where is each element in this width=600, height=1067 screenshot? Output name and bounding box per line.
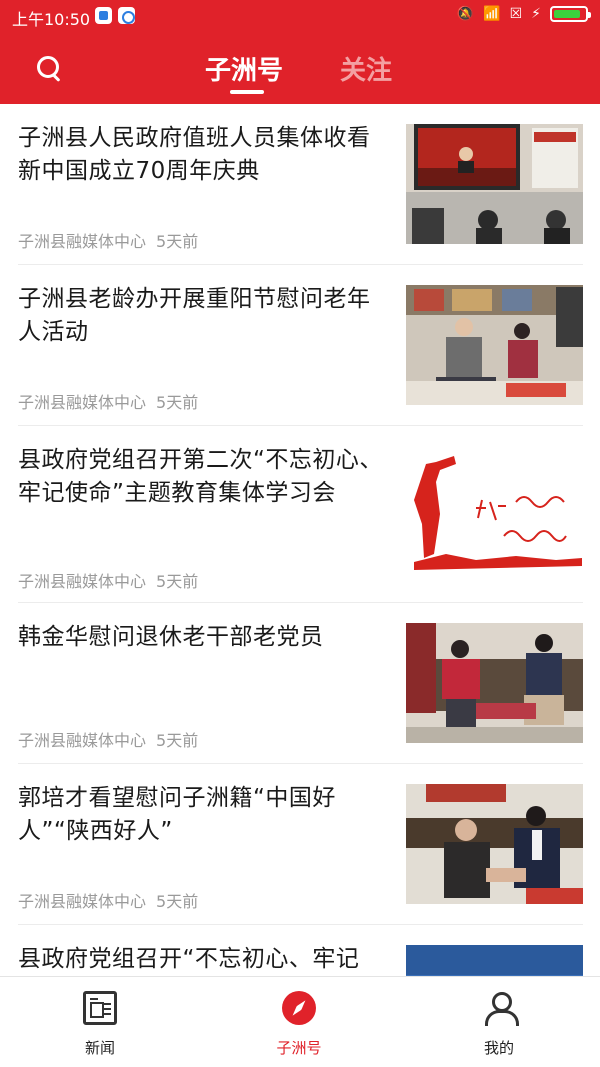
news-meta: 子洲县融媒体中心 5天前 — [18, 389, 198, 413]
charging-icon: ⚡ — [531, 6, 541, 22]
news-item[interactable]: 子洲县老龄办开展重阳节慰问老年人活动 子洲县融媒体中心 5天前 — [18, 265, 583, 426]
news-item[interactable]: 县政府党组召开第二次“不忘初心、牢记使命”主题教育集体学习会 子洲县融媒体中心 5… — [18, 426, 583, 603]
news-item[interactable]: 子洲县人民政府值班人员集体收看新中国成立70周年庆典 子洲县融媒体中心 5天前 — [18, 104, 583, 265]
active-tab-indicator — [230, 90, 264, 94]
news-title[interactable]: 子洲县老龄办开展重阳节慰问老年人活动 — [18, 283, 393, 349]
news-source: 子洲县融媒体中心 — [18, 572, 147, 591]
news-thumbnail[interactable] — [406, 454, 583, 574]
news-age: 5天前 — [156, 731, 199, 750]
news-item[interactable]: 郭培才看望慰问子洲籍“中国好人”“陕西好人” 子洲县融媒体中心 5天前 — [18, 764, 583, 925]
app-notification-icon — [95, 7, 112, 24]
mute-icon: 🔕 — [456, 6, 475, 22]
news-meta: 子洲县融媒体中心 5天前 — [18, 727, 198, 751]
news-thumbnail[interactable] — [406, 285, 583, 405]
nav-news[interactable]: 新闻 — [55, 991, 145, 1058]
compass-icon — [282, 991, 316, 1025]
news-age: 5天前 — [156, 232, 199, 251]
battery-icon — [550, 6, 591, 22]
status-bar: 上午10:50 🔕 📶 ☒ ⚡ — [0, 0, 600, 32]
news-age: 5天前 — [156, 572, 199, 591]
news-item[interactable]: 韩金华慰问退休老干部老党员 子洲县融媒体中心 5天前 — [18, 603, 583, 764]
news-meta: 子洲县融媒体中心 5天前 — [18, 568, 198, 592]
bottom-navigation: 新闻 子洲号 我的 — [0, 976, 600, 1067]
news-source: 子洲县融媒体中心 — [18, 731, 147, 750]
news-thumbnail[interactable] — [406, 124, 583, 244]
news-meta: 子洲县融媒体中心 5天前 — [18, 228, 198, 252]
tab-follow[interactable]: 关注 — [340, 50, 392, 87]
news-source: 子洲县融媒体中心 — [18, 232, 147, 251]
news-thumbnail[interactable] — [406, 784, 583, 904]
nav-me[interactable]: 我的 — [454, 991, 544, 1058]
nav-zizhouhao-label: 子洲号 — [276, 1039, 322, 1057]
news-thumbnail[interactable] — [406, 945, 583, 976]
news-title[interactable]: 韩金华慰问退休老干部老党员 — [18, 621, 393, 654]
newspaper-icon — [83, 991, 117, 1025]
news-thumbnail[interactable] — [406, 623, 583, 743]
sim-icon: ☒ — [509, 6, 523, 22]
news-title[interactable]: 县政府党组召开第二次“不忘初心、牢记使命”主题教育集体学习会 — [18, 444, 393, 510]
app-notification-icon — [118, 7, 135, 24]
nav-zizhouhao[interactable]: 子洲号 — [254, 991, 344, 1058]
news-title[interactable]: 县政府党组召开“不忘初心、牢记 — [18, 943, 393, 976]
news-age: 5天前 — [156, 393, 199, 412]
news-age: 5天前 — [156, 892, 199, 911]
tab-zizhouhao[interactable]: 子洲号 — [205, 50, 283, 87]
wifi-icon: 📶 — [483, 6, 501, 22]
news-item[interactable]: 县政府党组召开“不忘初心、牢记 — [18, 925, 583, 976]
news-feed[interactable]: 子洲县人民政府值班人员集体收看新中国成立70周年庆典 子洲县融媒体中心 5天前 — [0, 104, 600, 976]
news-title[interactable]: 子洲县人民政府值班人员集体收看新中国成立70周年庆典 — [18, 122, 393, 188]
app-header: 子洲号 关注 — [0, 32, 600, 104]
news-source: 子洲县融媒体中心 — [18, 892, 147, 911]
nav-me-label: 我的 — [483, 1039, 514, 1057]
status-time: 上午10:50 — [12, 10, 91, 29]
news-title[interactable]: 郭培才看望慰问子洲籍“中国好人”“陕西好人” — [18, 782, 393, 848]
nav-news-label: 新闻 — [84, 1039, 115, 1057]
system-icons: 🔕 📶 ☒ ⚡ — [456, 6, 591, 22]
news-meta: 子洲县融媒体中心 5天前 — [18, 888, 198, 912]
news-source: 子洲县融媒体中心 — [18, 393, 147, 412]
search-icon[interactable] — [35, 54, 63, 82]
user-icon — [482, 991, 519, 1026]
